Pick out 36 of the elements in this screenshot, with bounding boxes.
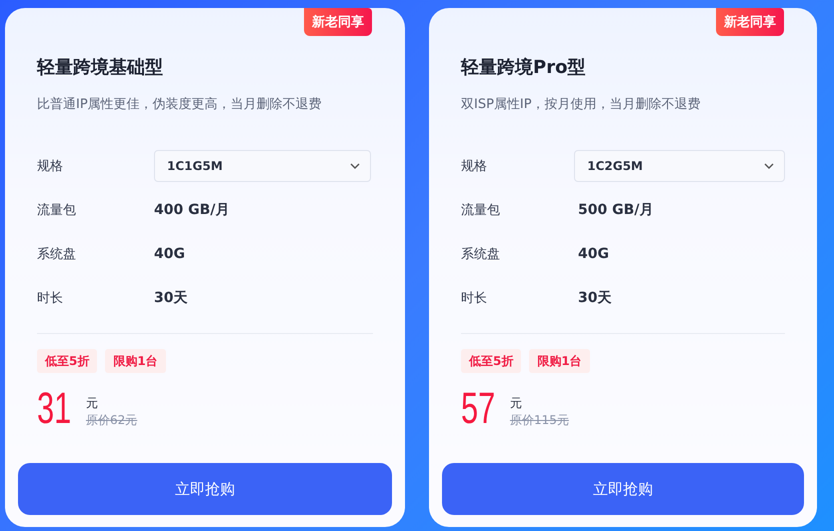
discount-tag: 低至5折 <box>461 349 522 373</box>
chevron-down-icon <box>350 163 360 169</box>
card-title: 轻量跨境基础型 <box>37 56 164 80</box>
spec-label: 系统盘 <box>461 246 501 263</box>
card-description: 比普通IP属性更佳，伪装度更高，当月删除不退费 <box>37 96 323 114</box>
original-price: 原价115元 <box>510 412 569 429</box>
chevron-down-icon <box>764 163 774 169</box>
spec-label: 规格 <box>37 158 64 175</box>
promo-badge: 新老同享 <box>304 8 372 36</box>
buy-now-button[interactable]: 立即抢购 <box>442 463 804 515</box>
price-unit: 元 <box>86 395 99 412</box>
price-amount: 57 <box>461 389 496 429</box>
spec-value: 40G <box>578 246 609 262</box>
spec-select[interactable]: 1C1G5M <box>154 150 371 182</box>
spec-label: 规格 <box>461 158 488 175</box>
price-amount: 31 <box>37 389 72 429</box>
spec-value: 40G <box>154 246 185 262</box>
price-unit: 元 <box>510 395 523 412</box>
spec-value: 30天 <box>578 289 612 307</box>
spec-label: 时长 <box>461 290 488 307</box>
original-price: 原价62元 <box>86 412 138 429</box>
spec-value: 30天 <box>154 289 188 307</box>
spec-label: 系统盘 <box>37 246 77 263</box>
spec-select[interactable]: 1C2G5M <box>574 150 785 182</box>
spec-value: 400 GB/月 <box>154 201 230 219</box>
discount-tag: 限购1台 <box>105 349 166 373</box>
spec-label: 流量包 <box>461 202 501 219</box>
card-title: 轻量跨境Pro型 <box>461 56 586 80</box>
discount-tag: 低至5折 <box>37 349 98 373</box>
spec-label: 时长 <box>37 290 64 307</box>
discount-tag: 限购1台 <box>529 349 590 373</box>
card-description: 双ISP属性IP，按月使用，当月删除不退费 <box>461 96 702 114</box>
spec-value: 500 GB/月 <box>578 201 654 219</box>
promo-badge: 新老同享 <box>716 8 784 36</box>
spec-label: 流量包 <box>37 202 77 219</box>
buy-now-button[interactable]: 立即抢购 <box>18 463 392 515</box>
